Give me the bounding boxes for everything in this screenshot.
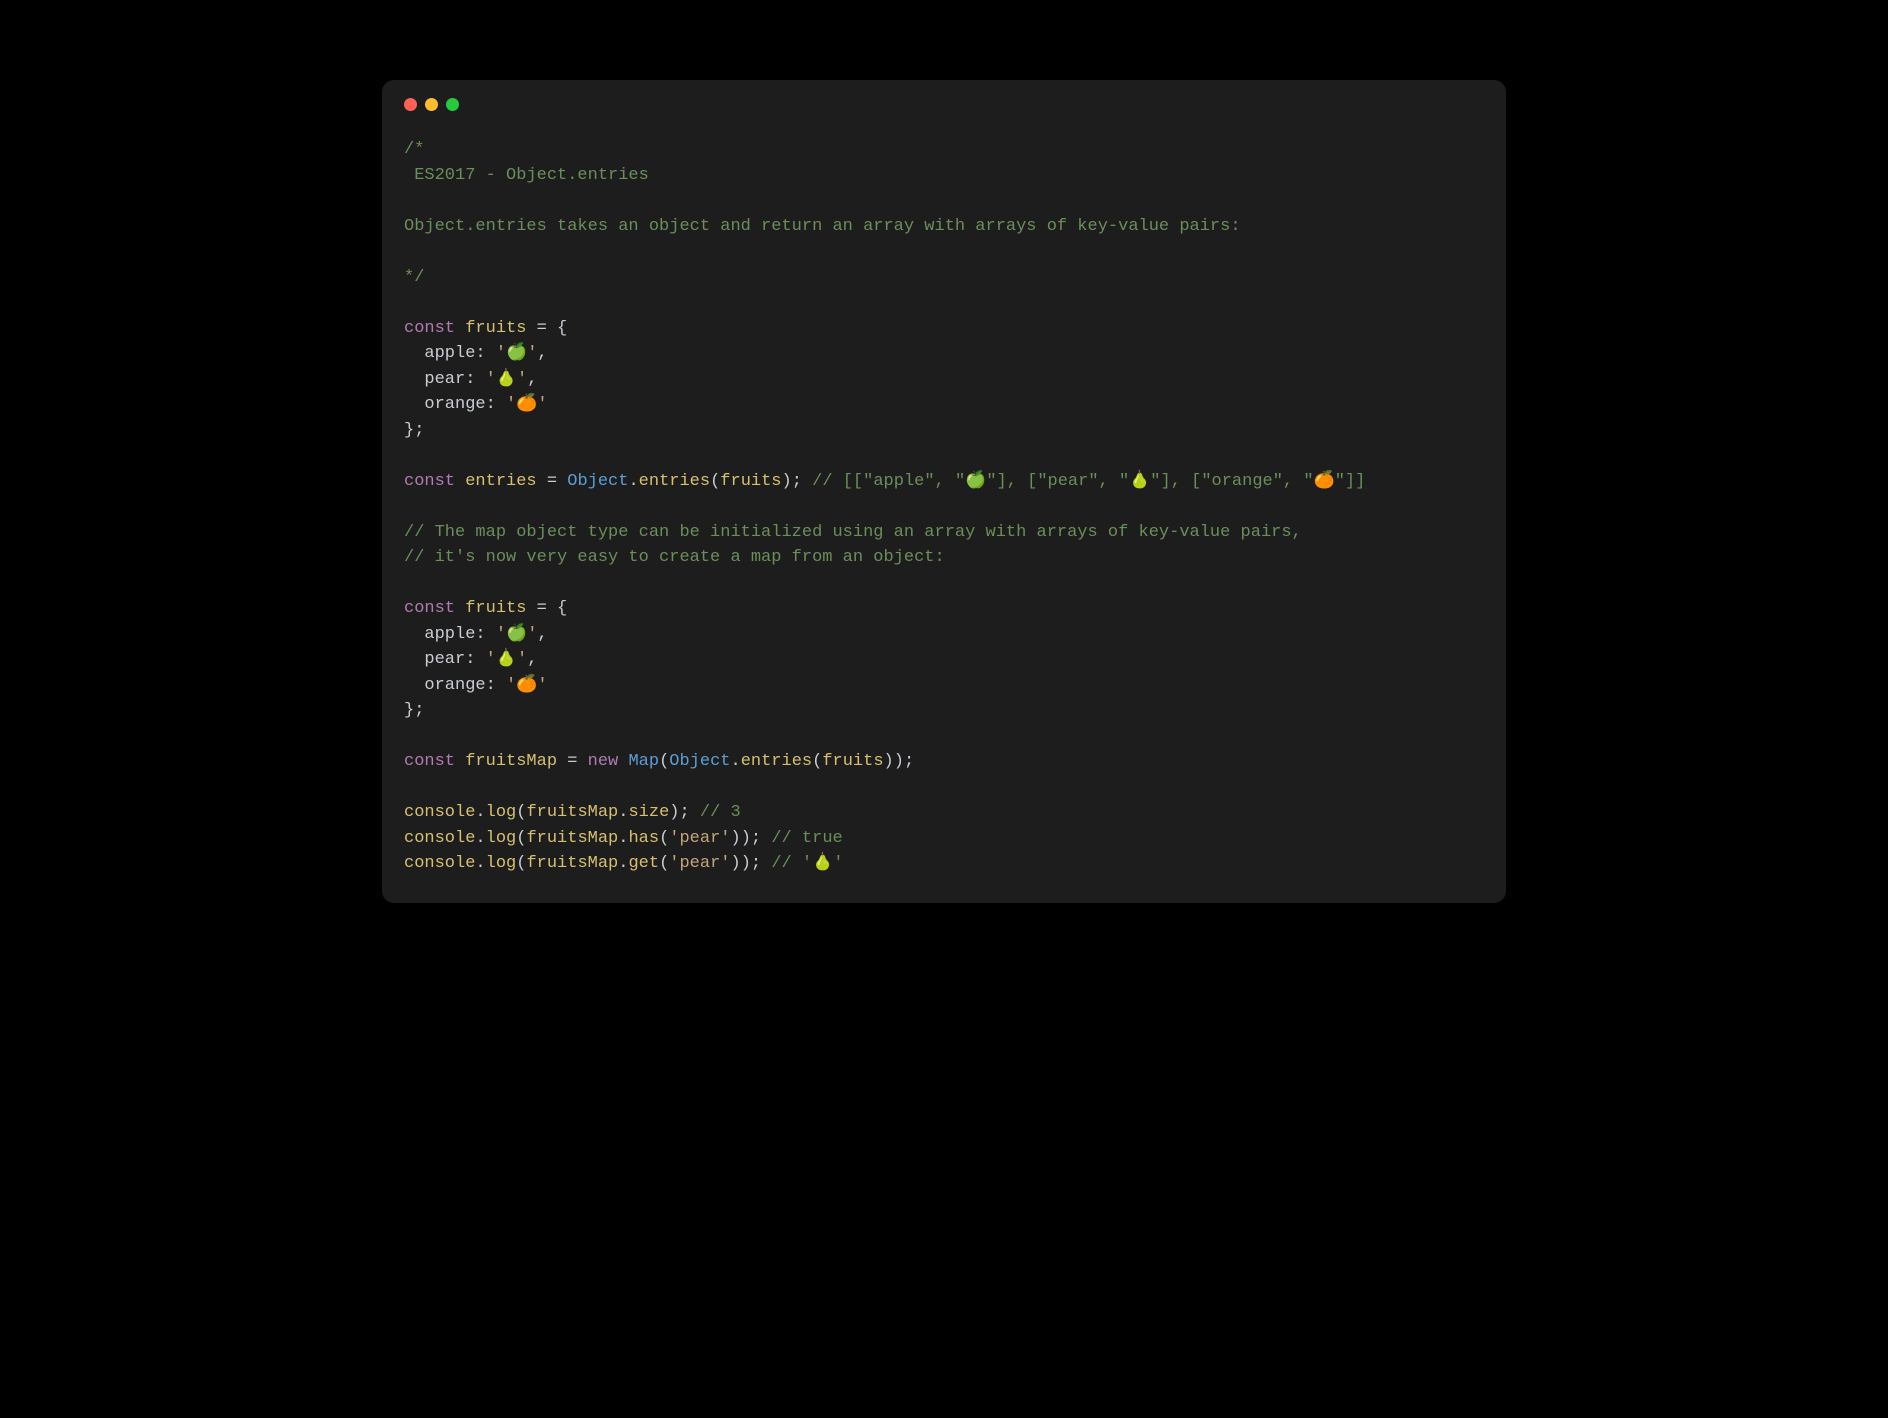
punct: , bbox=[527, 370, 537, 389]
identifier: fruitsMap bbox=[526, 803, 618, 822]
comment-line: // it's now very easy to create a map fr… bbox=[404, 548, 945, 567]
identifier: fruits bbox=[720, 472, 781, 491]
punct: . bbox=[618, 854, 628, 873]
punct: . bbox=[618, 803, 628, 822]
punct: . bbox=[475, 803, 485, 822]
comment-line: ES2017 - Object.entries bbox=[404, 166, 649, 185]
punct: }; bbox=[404, 701, 424, 720]
punct: )); bbox=[731, 829, 772, 848]
punct: ( bbox=[659, 752, 669, 771]
property: pear: bbox=[404, 370, 486, 389]
punct: ( bbox=[812, 752, 822, 771]
keyword: const bbox=[404, 319, 465, 338]
punct: . bbox=[628, 472, 638, 491]
string: '🍐' bbox=[486, 650, 528, 669]
window-controls bbox=[404, 98, 1484, 111]
string: '🍊' bbox=[506, 676, 548, 695]
identifier: fruits bbox=[465, 599, 526, 618]
method: entries bbox=[741, 752, 812, 771]
keyword: const bbox=[404, 472, 465, 491]
punct: ( bbox=[516, 854, 526, 873]
string: '🍊' bbox=[506, 395, 548, 414]
string: '🍏' bbox=[496, 625, 538, 644]
property: apple: bbox=[404, 344, 496, 363]
punct: )); bbox=[731, 854, 772, 873]
punct: ( bbox=[659, 829, 669, 848]
property: size bbox=[628, 803, 669, 822]
comment-line: Object.entries takes an object and retur… bbox=[404, 217, 1241, 236]
punct: . bbox=[731, 752, 741, 771]
punct: = { bbox=[526, 319, 567, 338]
punct: ( bbox=[516, 829, 526, 848]
code-block: /* ES2017 - Object.entries Object.entrie… bbox=[404, 137, 1484, 877]
string: 'pear' bbox=[669, 829, 730, 848]
punct: ); bbox=[782, 472, 813, 491]
minimize-icon[interactable] bbox=[425, 98, 438, 111]
identifier: fruits bbox=[465, 319, 526, 338]
comment-line: */ bbox=[404, 268, 424, 287]
punct: . bbox=[618, 829, 628, 848]
identifier: console bbox=[404, 803, 475, 822]
keyword: const bbox=[404, 752, 465, 771]
code-window: /* ES2017 - Object.entries Object.entrie… bbox=[382, 80, 1506, 903]
punct: )); bbox=[884, 752, 915, 771]
identifier: console bbox=[404, 829, 475, 848]
string: '🍏' bbox=[496, 344, 538, 363]
comment-line: // true bbox=[771, 829, 842, 848]
close-icon[interactable] bbox=[404, 98, 417, 111]
punct: , bbox=[537, 344, 547, 363]
keyword: new bbox=[588, 752, 629, 771]
method: get bbox=[628, 854, 659, 873]
keyword: const bbox=[404, 599, 465, 618]
punct: = bbox=[557, 752, 588, 771]
builtin: Object bbox=[669, 752, 730, 771]
punct: , bbox=[537, 625, 547, 644]
string: 'pear' bbox=[669, 854, 730, 873]
punct: = bbox=[537, 472, 568, 491]
punct: , bbox=[527, 650, 537, 669]
punct: = { bbox=[526, 599, 567, 618]
identifier: fruits bbox=[822, 752, 883, 771]
method: log bbox=[486, 854, 517, 873]
method: has bbox=[628, 829, 659, 848]
punct: ( bbox=[659, 854, 669, 873]
punct: . bbox=[475, 829, 485, 848]
identifier: fruitsMap bbox=[526, 829, 618, 848]
property: pear: bbox=[404, 650, 486, 669]
builtin: Map bbox=[628, 752, 659, 771]
builtin: Object bbox=[567, 472, 628, 491]
string: '🍐' bbox=[486, 370, 528, 389]
maximize-icon[interactable] bbox=[446, 98, 459, 111]
method: entries bbox=[639, 472, 710, 491]
property: orange: bbox=[404, 676, 506, 695]
comment-line: // [["apple", "🍏"], ["pear", "🍐"], ["ora… bbox=[812, 472, 1365, 491]
punct: ( bbox=[516, 803, 526, 822]
method: log bbox=[486, 829, 517, 848]
punct: }; bbox=[404, 421, 424, 440]
comment-line: // '🍐' bbox=[771, 854, 843, 873]
comment-line: /* bbox=[404, 140, 424, 159]
identifier: console bbox=[404, 854, 475, 873]
method: log bbox=[486, 803, 517, 822]
property: orange: bbox=[404, 395, 506, 414]
punct: ); bbox=[669, 803, 700, 822]
comment-line: // The map object type can be initialize… bbox=[404, 523, 1302, 542]
comment-line: // 3 bbox=[700, 803, 741, 822]
punct: ( bbox=[710, 472, 720, 491]
punct: . bbox=[475, 854, 485, 873]
identifier: entries bbox=[465, 472, 536, 491]
property: apple: bbox=[404, 625, 496, 644]
identifier: fruitsMap bbox=[465, 752, 557, 771]
identifier: fruitsMap bbox=[526, 854, 618, 873]
